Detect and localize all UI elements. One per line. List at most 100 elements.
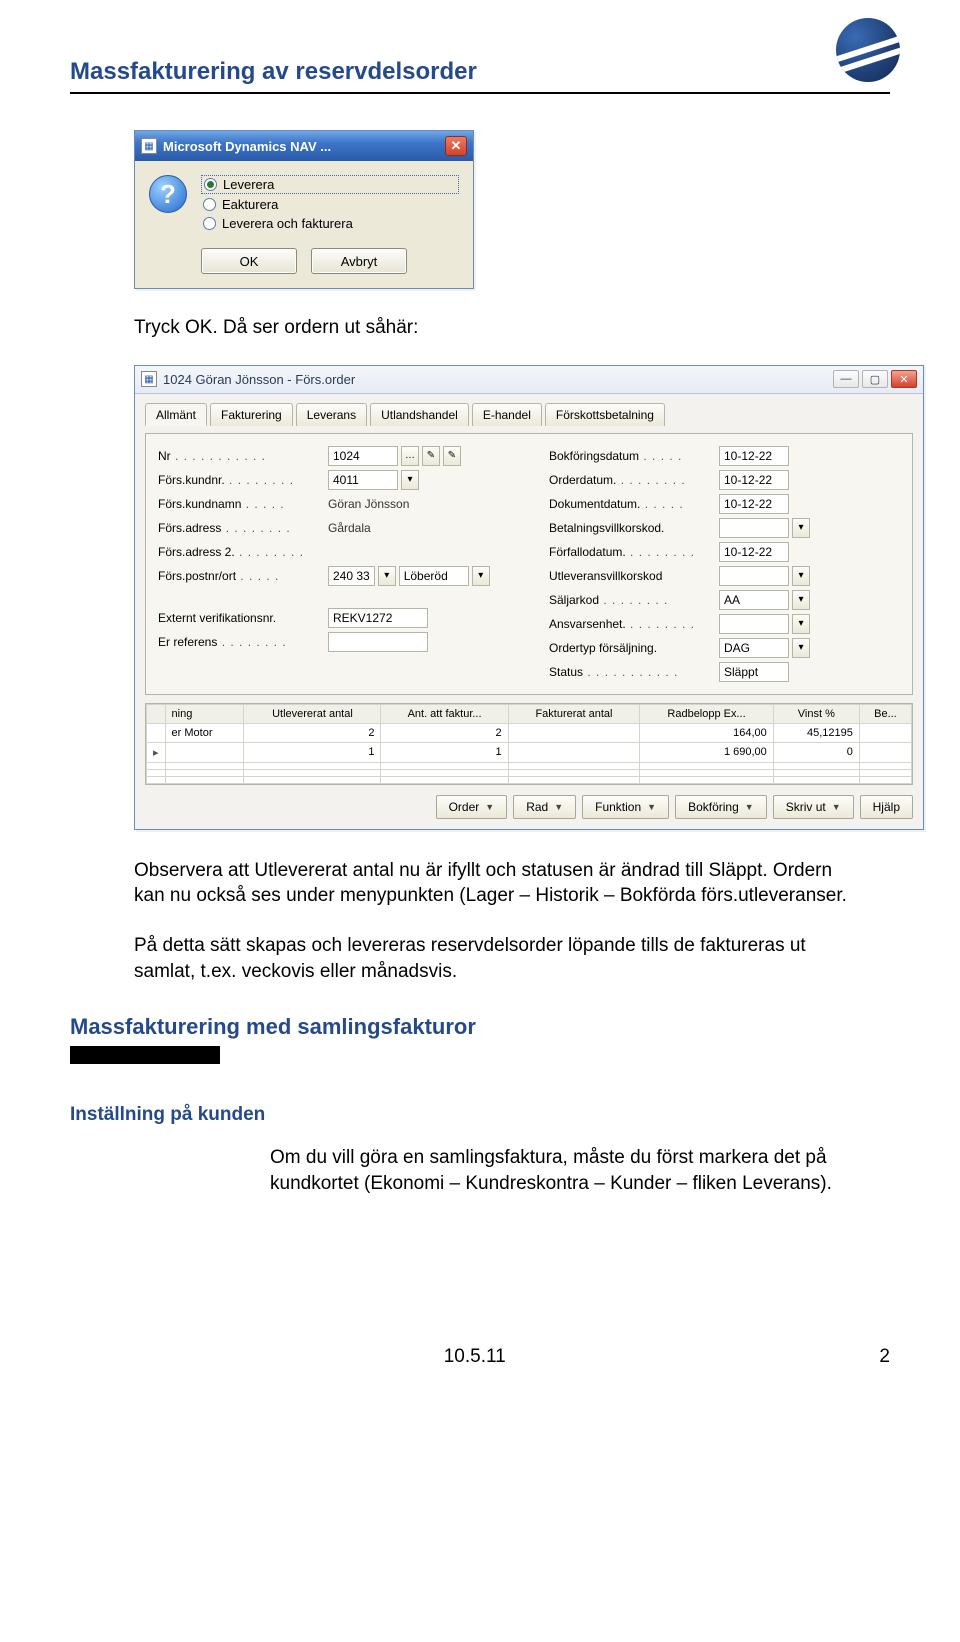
col-fakturerat: Fakturerat antal bbox=[508, 704, 640, 723]
tab-ehandel[interactable]: E-handel bbox=[472, 403, 542, 426]
col-radbelopp: Radbelopp Ex... bbox=[640, 704, 773, 723]
field-kundnr[interactable]: 4011 bbox=[328, 470, 398, 490]
label-adress: Förs.adress bbox=[158, 521, 328, 535]
footer-page: 2 bbox=[879, 1346, 890, 1368]
radio-leverera[interactable]: Leverera bbox=[201, 175, 459, 194]
label-nr: Nr bbox=[158, 449, 328, 463]
lookup-icon[interactable]: ▾ bbox=[472, 566, 490, 586]
radio-label: Eakturera bbox=[222, 197, 278, 212]
label-adress2: Förs.adress 2. bbox=[158, 545, 328, 559]
question-icon: ? bbox=[149, 175, 187, 213]
order-window: ▦ 1024 Göran Jönsson - Förs.order — ▢ ✕ … bbox=[134, 365, 924, 830]
lookup-icon[interactable]: ▾ bbox=[792, 638, 810, 658]
instruction-p2: Observera att Utlevererat antal nu är if… bbox=[134, 858, 854, 909]
col-vinst: Vinst % bbox=[773, 704, 859, 723]
lookup-icon[interactable]: ▾ bbox=[378, 566, 396, 586]
dialog-titlebar: ▦ Microsoft Dynamics NAV ... ✕ bbox=[135, 131, 473, 161]
btn-hjalp[interactable]: Hjälp bbox=[860, 795, 913, 819]
field-forf[interactable]: 10-12-22 bbox=[719, 542, 789, 562]
table-row[interactable] bbox=[147, 776, 912, 783]
tab-fakturering[interactable]: Fakturering bbox=[210, 403, 293, 426]
label-forf: Förfallodatum. bbox=[549, 545, 719, 559]
instruction-p3: På detta sätt skapas och levereras reser… bbox=[134, 933, 854, 984]
minimize-icon[interactable]: — bbox=[833, 370, 859, 388]
table-row[interactable] bbox=[147, 769, 912, 776]
btn-rad[interactable]: Rad▼ bbox=[513, 795, 576, 819]
btn-skrivut[interactable]: Skriv ut▼ bbox=[773, 795, 854, 819]
lookup-icon[interactable]: ▾ bbox=[792, 518, 810, 538]
field-erref[interactable] bbox=[328, 632, 428, 652]
radio-indicator-checked bbox=[204, 178, 217, 191]
lookup-icon[interactable]: ▾ bbox=[792, 590, 810, 610]
field-ordertyp[interactable]: DAG bbox=[719, 638, 789, 658]
app-icon: ▦ bbox=[141, 138, 157, 154]
field-extver[interactable]: REKV1272 bbox=[328, 608, 428, 628]
field-betal[interactable] bbox=[719, 518, 789, 538]
label-utl: Utleveransvillkorskod bbox=[549, 569, 719, 583]
radio-leverera-och-fakturera[interactable]: Leverera och fakturera bbox=[201, 215, 459, 232]
chevron-down-icon: ▼ bbox=[554, 802, 563, 812]
order-lines-grid[interactable]: ning Utlevererat antal Ant. att faktur..… bbox=[145, 703, 913, 785]
radio-fakturera[interactable]: Eakturera bbox=[201, 196, 459, 213]
brand-logo bbox=[836, 18, 900, 82]
field-nr[interactable]: 1024 bbox=[328, 446, 398, 466]
tab-forskott[interactable]: Förskottsbetalning bbox=[545, 403, 665, 426]
radio-label: Leverera bbox=[223, 177, 274, 192]
field-orderd[interactable]: 10-12-22 bbox=[719, 470, 789, 490]
label-ansv: Ansvarsenhet. bbox=[549, 617, 719, 631]
edit-icon[interactable]: ✎ bbox=[422, 446, 440, 466]
title-rule bbox=[70, 92, 890, 94]
table-row[interactable]: er Motor 2 2 164,00 45,12195 bbox=[147, 723, 912, 742]
edit-icon[interactable]: ✎ bbox=[443, 446, 461, 466]
tab-utlandshandel[interactable]: Utlandshandel bbox=[370, 403, 469, 426]
table-row[interactable]: ▸ 1 1 1 690,00 0 bbox=[147, 742, 912, 762]
col-antfakt: Ant. att faktur... bbox=[381, 704, 508, 723]
chevron-down-icon: ▼ bbox=[832, 802, 841, 812]
chevron-down-icon: ▼ bbox=[485, 802, 494, 812]
cancel-button[interactable]: Avbryt bbox=[311, 248, 407, 274]
label-orderd: Orderdatum. bbox=[549, 473, 719, 487]
btn-bokforing[interactable]: Bokföring▼ bbox=[675, 795, 767, 819]
footer-date: 10.5.11 bbox=[70, 1346, 879, 1368]
lookup-icon[interactable]: ▾ bbox=[401, 470, 419, 490]
field-dokd[interactable]: 10-12-22 bbox=[719, 494, 789, 514]
label-kundnr: Förs.kundnr. bbox=[158, 473, 328, 487]
maximize-icon[interactable]: ▢ bbox=[862, 370, 888, 388]
ok-button[interactable]: OK bbox=[201, 248, 297, 274]
label-ordertyp: Ordertyp försäljning. bbox=[549, 641, 719, 655]
btn-funktion[interactable]: Funktion▼ bbox=[582, 795, 669, 819]
subsection-body: Om du vill göra en samlingsfaktura, måst… bbox=[270, 1145, 870, 1196]
tab-allmant[interactable]: Allmänt bbox=[145, 403, 207, 426]
field-postnr[interactable]: 240 33 bbox=[328, 566, 375, 586]
chevron-down-icon: ▼ bbox=[745, 802, 754, 812]
label-status: Status bbox=[549, 665, 719, 679]
radio-indicator bbox=[203, 198, 216, 211]
table-row[interactable] bbox=[147, 762, 912, 769]
subsection-heading: Inställning på kunden bbox=[70, 1104, 890, 1126]
tab-leverans[interactable]: Leverans bbox=[296, 403, 367, 426]
field-bokf[interactable]: 10-12-22 bbox=[719, 446, 789, 466]
order-action-buttons: Order▼ Rad▼ Funktion▼ Bokföring▼ Skriv u… bbox=[145, 795, 913, 819]
field-adress: Gårdala bbox=[328, 521, 371, 535]
heading-underline bbox=[70, 1046, 220, 1064]
field-salj[interactable]: AA bbox=[719, 590, 789, 610]
col-utlevererat: Utlevererat antal bbox=[244, 704, 381, 723]
lookup-icon[interactable]: ▾ bbox=[792, 566, 810, 586]
label-extver: Externt verifikationsnr. bbox=[158, 611, 328, 625]
field-ansv[interactable] bbox=[719, 614, 789, 634]
dialog-title: Microsoft Dynamics NAV ... bbox=[163, 139, 439, 154]
lookup-icon[interactable]: … bbox=[401, 446, 419, 466]
close-icon[interactable]: ✕ bbox=[891, 370, 917, 388]
instruction-p1: Tryck OK. Då ser ordern ut såhär: bbox=[134, 315, 854, 341]
label-bokf: Bokföringsdatum bbox=[549, 449, 719, 463]
lookup-icon[interactable]: ▾ bbox=[792, 614, 810, 634]
col-marker bbox=[147, 704, 166, 723]
field-status[interactable]: Släppt bbox=[719, 662, 789, 682]
field-utl[interactable] bbox=[719, 566, 789, 586]
close-icon[interactable]: ✕ bbox=[445, 136, 467, 156]
tab-panel-allmant: Nr 1024 … ✎ ✎ Förs.kundnr. bbox=[145, 433, 913, 695]
order-tabs: Allmänt Fakturering Leverans Utlandshand… bbox=[145, 402, 913, 425]
label-postnr: Förs.postnr/ort bbox=[158, 569, 328, 583]
field-ort[interactable]: Löberöd bbox=[399, 566, 469, 586]
btn-order[interactable]: Order▼ bbox=[436, 795, 508, 819]
